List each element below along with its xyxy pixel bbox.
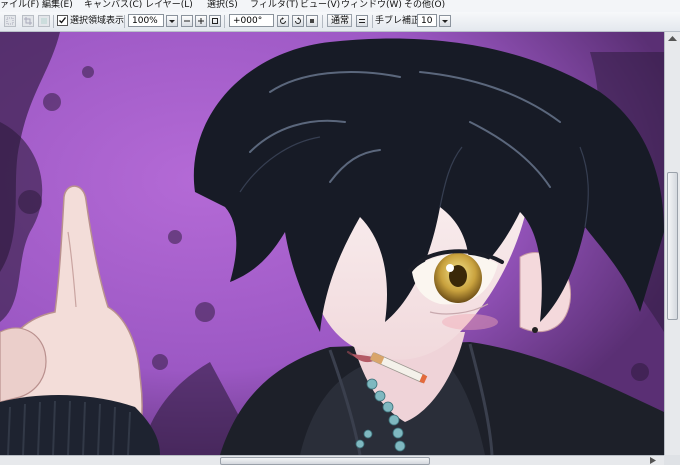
menu-filter[interactable]: フィルタ(T): [250, 0, 298, 11]
menu-view[interactable]: ビュー(V): [300, 0, 340, 11]
menu-other[interactable]: その他(O): [404, 0, 445, 11]
menu-window[interactable]: ウィンドウ(W): [341, 0, 402, 11]
rotate-right-icon: [295, 17, 301, 24]
zoom-field[interactable]: 100%: [128, 14, 164, 27]
plus-icon: [198, 18, 204, 24]
vertical-scroll-thumb[interactable]: [667, 172, 678, 320]
menu-layer[interactable]: レイヤー(L): [145, 0, 193, 11]
rotation-field[interactable]: +000°: [229, 14, 274, 27]
selection-display-checkbox[interactable]: [57, 15, 68, 26]
stabilizer-field[interactable]: 10: [417, 14, 437, 27]
toolbar-separator: [53, 15, 54, 28]
toolbar-separator: [372, 15, 373, 28]
horizontal-scroll-thumb[interactable]: [220, 457, 430, 465]
drawing-canvas[interactable]: [0, 32, 664, 455]
rotate-left-button[interactable]: [277, 15, 289, 27]
invert-selection-button[interactable]: [38, 15, 50, 27]
blend-mode-button[interactable]: 通常: [327, 14, 352, 27]
menu-bar: ァイル(F) 編集(E) キャンバス(C) レイヤー(L) 選択(S) フィルタ…: [0, 0, 680, 12]
check-icon: [59, 17, 67, 24]
scroll-up-arrow-icon[interactable]: [668, 36, 677, 42]
artwork-illustration: [0, 32, 664, 455]
invert-icon: [41, 18, 47, 24]
menu-edit[interactable]: 編集(E): [42, 0, 73, 11]
scroll-right-arrow-icon[interactable]: [650, 457, 656, 464]
stabilizer-dropdown-button[interactable]: [439, 15, 451, 27]
deselect-icon: [6, 17, 14, 25]
zoom-reset-button[interactable]: [209, 15, 221, 27]
selection-display-label: 選択領域表示: [70, 16, 125, 26]
toolbar-separator: [124, 15, 125, 28]
horizontal-scrollbar[interactable]: [0, 455, 664, 465]
rotate-right-button[interactable]: [292, 15, 304, 27]
toolbar-separator: [224, 15, 225, 28]
rotation-reset-button[interactable]: [306, 15, 318, 27]
scrollbar-corner: [664, 455, 680, 465]
toolbar-separator: [322, 15, 323, 28]
flip-icon: [359, 19, 365, 23]
menu-file[interactable]: ァイル(F): [0, 0, 39, 11]
stabilizer-label: 手ブレ補正: [375, 16, 421, 26]
flip-horizontal-button[interactable]: [356, 15, 368, 27]
fit-icon: [212, 18, 218, 24]
chevron-down-icon: [169, 20, 175, 23]
menu-select[interactable]: 選択(S): [207, 0, 238, 11]
crop-button[interactable]: [22, 15, 34, 27]
rotate-left-icon: [280, 17, 286, 24]
zoom-out-button[interactable]: [181, 15, 193, 27]
toolbar: 選択領域表示 100% +000° 通常 手ブレ補正 10: [0, 12, 680, 32]
zoom-dropdown-button[interactable]: [166, 15, 178, 27]
minus-icon: [184, 20, 190, 22]
reset-icon: [310, 19, 314, 23]
menu-canvas[interactable]: キャンバス(C): [84, 0, 142, 11]
crop-icon: [24, 17, 32, 25]
deselect-button[interactable]: [4, 15, 16, 27]
zoom-in-button[interactable]: [195, 15, 207, 27]
vertical-scrollbar[interactable]: [664, 32, 680, 455]
chevron-down-icon: [442, 20, 448, 23]
